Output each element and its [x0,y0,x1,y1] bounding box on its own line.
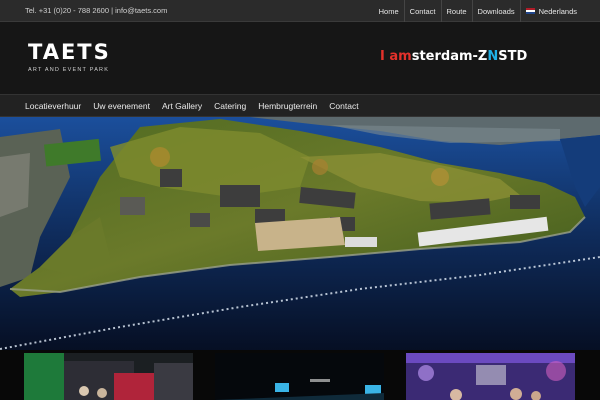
nav-uw-evenement[interactable]: Uw evenement [87,95,156,117]
thumbnail-event-hall-image [215,353,384,400]
utility-bar: Tel. +31 (0)20 - 788 2600 | info@taets.c… [0,0,600,22]
iamsterdam-zanstad-logo[interactable]: I amsterdam-ZNSTD [380,49,527,64]
nav-art-gallery[interactable]: Art Gallery [156,95,208,117]
logo-title: TAETS [28,40,111,64]
nav-hembrugterrein[interactable]: Hembrugterrein [252,95,323,117]
logo-i: I [380,49,385,64]
logo-std: STD [498,49,528,64]
dutch-flag-icon [525,8,535,14]
utility-nav: Home Contact Route Downloads Nederlands [374,0,582,22]
nav-locatieverhuur[interactable]: Locatieverhuur [19,95,87,117]
contact-info: Tel. +31 (0)20 - 788 2600 | info@taets.c… [25,6,168,15]
util-link-home[interactable]: Home [374,0,404,22]
thumbnail-exhibition[interactable] [24,353,193,400]
logo-n: N [487,49,499,64]
hero-aerial-photo [0,117,600,350]
thumbnail-event-hall[interactable] [215,353,384,400]
nav-catering[interactable]: Catering [208,95,252,117]
util-link-downloads[interactable]: Downloads [471,0,520,22]
thumbnail-party-image [406,353,575,400]
language-label: Nederlands [538,6,577,16]
nav-contact[interactable]: Contact [323,95,364,117]
event-thumbnails [0,350,600,400]
logo-am: am [389,49,412,64]
logo-subtitle: ART AND EVENT PARK [28,67,110,73]
thumbnail-party[interactable] [406,353,575,400]
language-switch[interactable]: Nederlands [519,0,582,22]
aerial-photo-illustration [0,117,600,350]
logo-z: Z [477,49,488,64]
util-link-route[interactable]: Route [440,0,472,22]
logo-sterdam: sterdam- [411,49,478,64]
main-nav: Locatieverhuur Uw evenement Art Gallery … [0,94,600,117]
site-logo[interactable]: TAETS ART AND EVENT PARK [28,40,111,74]
thumbnail-exhibition-image [24,353,193,400]
util-link-contact[interactable]: Contact [403,0,441,22]
